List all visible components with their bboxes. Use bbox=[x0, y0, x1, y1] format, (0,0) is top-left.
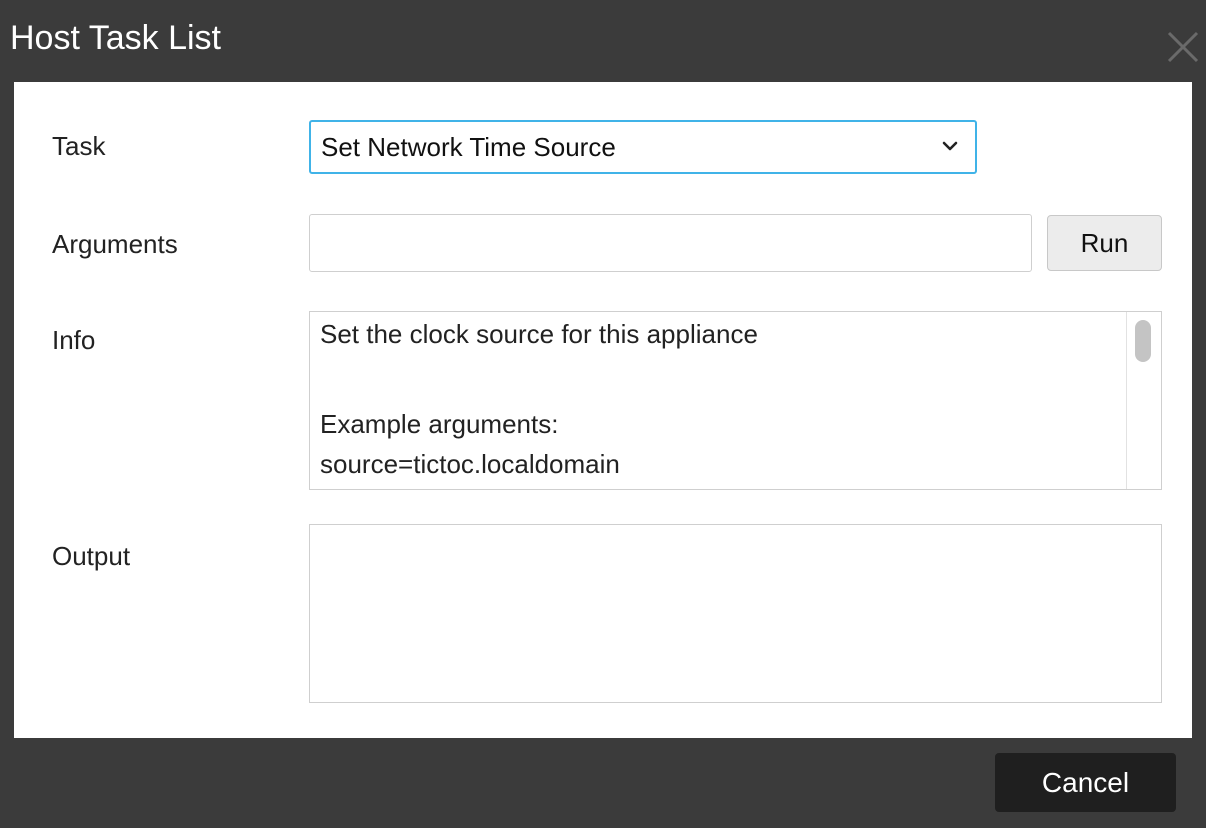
run-button[interactable]: Run bbox=[1047, 215, 1162, 271]
dialog-body: Task Set Network Time Source Arguments R… bbox=[14, 82, 1192, 738]
chevron-down-icon bbox=[941, 139, 959, 153]
dialog-titlebar: Host Task List bbox=[0, 0, 1206, 82]
info-line: source=tictoc.localdomain bbox=[320, 449, 620, 479]
close-icon[interactable] bbox=[1166, 30, 1200, 64]
task-label: Task bbox=[52, 131, 106, 161]
output-label: Output bbox=[52, 541, 131, 571]
dialog-footer: Cancel bbox=[0, 738, 1206, 828]
info-line: Example arguments: bbox=[320, 409, 559, 439]
host-task-list-dialog: Host Task List Task Set Network Time Sou… bbox=[0, 0, 1206, 828]
info-label: Info bbox=[52, 325, 96, 355]
arguments-label: Arguments bbox=[52, 229, 178, 259]
info-scrollbar[interactable] bbox=[1126, 312, 1160, 489]
info-line: Set the clock source for this appliance bbox=[320, 319, 758, 349]
info-textbox[interactable]: Set the clock source for this appliance … bbox=[309, 311, 1162, 490]
dialog-title: Host Task List bbox=[10, 19, 222, 57]
task-select-value: Set Network Time Source bbox=[321, 132, 616, 162]
arguments-input[interactable] bbox=[309, 214, 1032, 272]
cancel-button[interactable]: Cancel bbox=[995, 753, 1176, 812]
info-scrollbar-thumb[interactable] bbox=[1135, 320, 1151, 362]
task-select[interactable]: Set Network Time Source bbox=[309, 120, 977, 174]
output-textbox[interactable] bbox=[309, 524, 1162, 703]
